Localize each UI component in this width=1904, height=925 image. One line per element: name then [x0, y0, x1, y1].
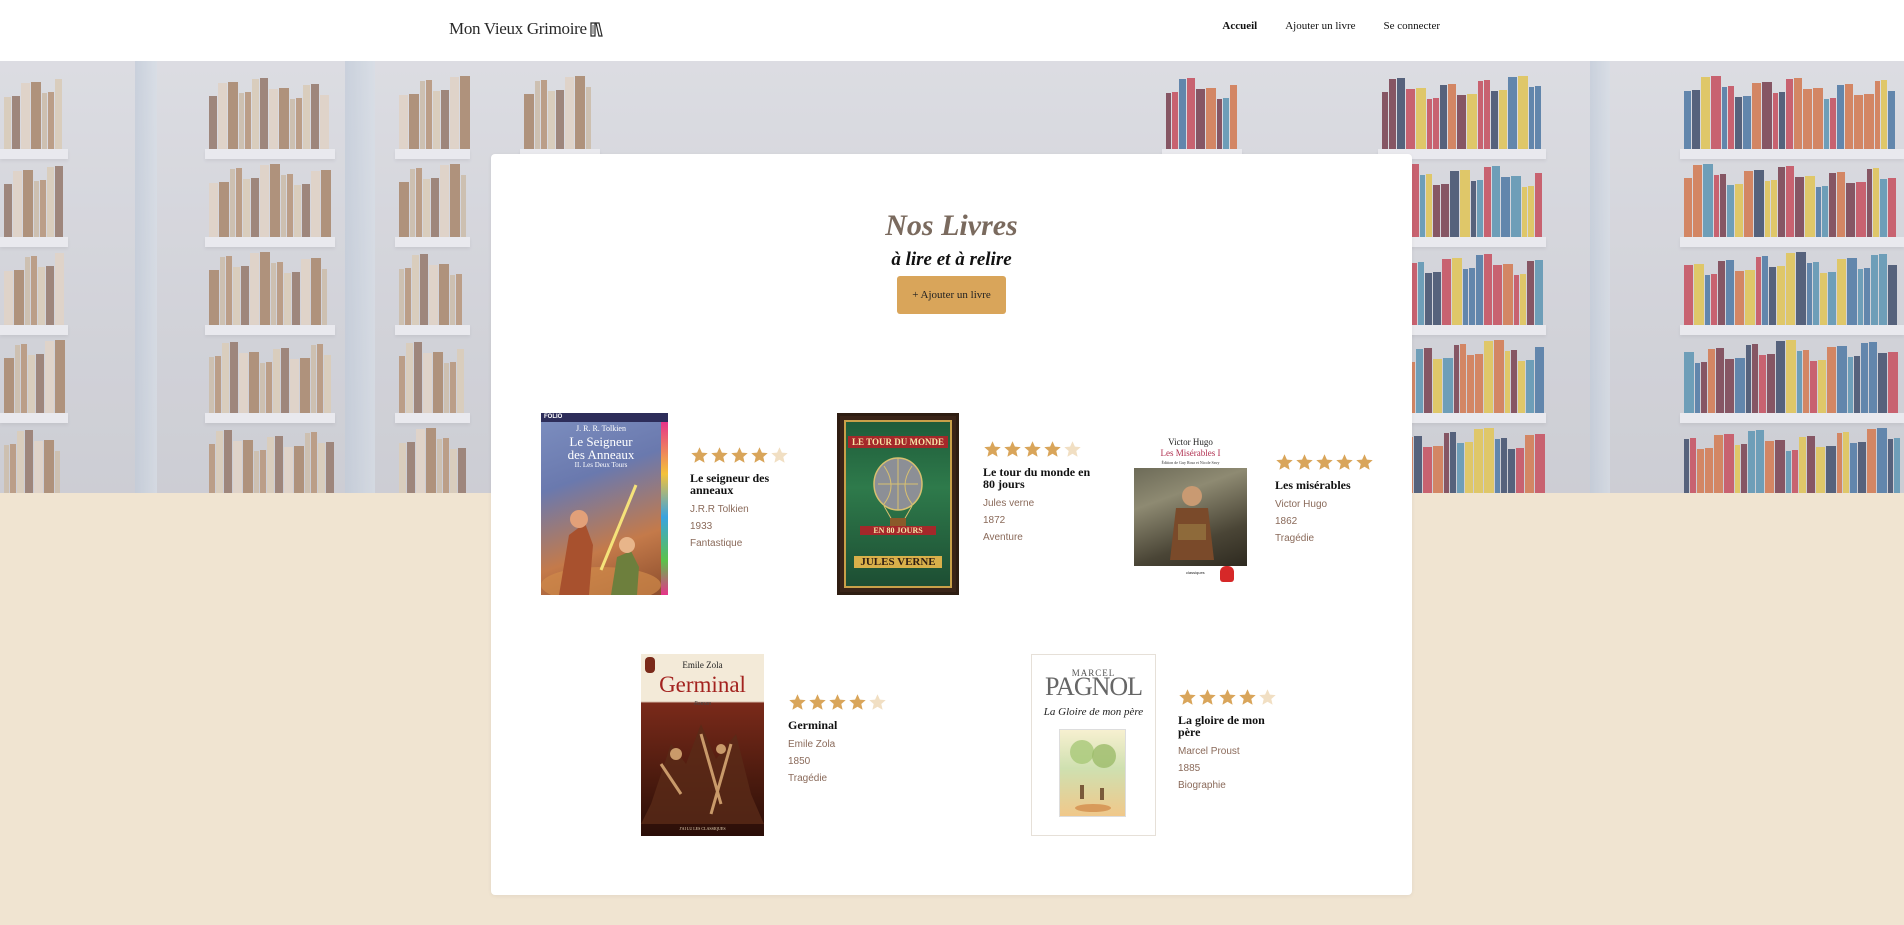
star-filled-icon: [731, 447, 748, 463]
cover-collection: J'AI LU LES CLASSIQUES: [679, 826, 726, 831]
star-filled-icon: [691, 447, 708, 463]
star-filled-icon: [1316, 454, 1333, 470]
book-title[interactable]: La gloire de mon père: [1178, 714, 1288, 738]
cover-publisher-label: FOLIO: [544, 414, 563, 420]
book-genre: Tragédie: [1275, 533, 1315, 544]
star-empty-icon: [1259, 689, 1276, 705]
books-card: Nos Livres à lire et à relire + Ajouter …: [491, 154, 1412, 895]
book-info-1: Le tour du monde en 80 jours Jules verne…: [983, 440, 1093, 546]
star-filled-icon: [1239, 689, 1256, 705]
site-logo[interactable]: Mon Vieux Grimoire: [449, 19, 603, 39]
star-filled-icon: [1044, 441, 1061, 457]
book-cover-1[interactable]: LE TOUR DU MONDE EN 80 JOURS JULES VERNE: [837, 413, 959, 595]
le-livre-de-poche-logo: [1220, 566, 1234, 582]
nav-link-se-connecter[interactable]: Se connecter: [1384, 20, 1441, 32]
cover-title-line1: LE TOUR DU MONDE: [848, 436, 948, 448]
book-author: Emile Zola: [788, 739, 836, 750]
book-cover-4[interactable]: MARCEL PAGNOL La Gloire de mon père: [1031, 654, 1156, 836]
star-filled-icon: [751, 447, 768, 463]
book-card-1[interactable]: LE TOUR DU MONDE EN 80 JOURS JULES VERNE…: [837, 413, 1097, 595]
book-title[interactable]: Le tour du monde en 80 jours: [983, 466, 1093, 490]
cover-illustration: [1059, 729, 1126, 817]
star-filled-icon: [829, 694, 846, 710]
cover-author: Emile Zola: [682, 660, 723, 670]
star-filled-icon: [1276, 454, 1293, 470]
cover-subtitle: II. Les Deux Tours: [574, 461, 628, 469]
balloon-illustration: [873, 457, 923, 528]
cover-author-last: PAGNOL: [1044, 672, 1143, 701]
book-info-2: Les misérables Victor Hugo 1862 Tragédie: [1275, 453, 1385, 547]
star-empty-icon: [1064, 441, 1081, 457]
cover-edition: Édition de Guy Rosa et Nicole Savy: [1161, 460, 1220, 465]
cover-title: La Gloire de mon père: [1043, 706, 1144, 718]
book-year: 1872: [983, 515, 1006, 526]
page-subtitle: à lire et à relire: [891, 249, 1012, 270]
book-cover-0[interactable]: FOLIO J. R. R. Tolkien Le Seigneur des A…: [541, 413, 668, 595]
rating-stars: [983, 440, 1093, 459]
book-title[interactable]: Les misérables: [1275, 479, 1385, 491]
book-year: 1862: [1275, 516, 1298, 527]
cover-author: J. R. R. Tolkien: [576, 424, 626, 433]
nav-link-ajouter-livre[interactable]: Ajouter un livre: [1285, 20, 1355, 32]
star-empty-icon: [771, 447, 788, 463]
cover-author: Victor Hugo: [1168, 437, 1213, 447]
star-filled-icon: [1356, 454, 1373, 470]
star-filled-icon: [1199, 689, 1216, 705]
star-filled-icon: [711, 447, 728, 463]
rating-stars: [1275, 453, 1385, 472]
cover-title: Les Misérables I: [1160, 448, 1221, 458]
book-genre: Aventure: [983, 532, 1023, 543]
star-filled-icon: [1219, 689, 1236, 705]
book-author: Victor Hugo: [1275, 499, 1328, 510]
book-genre: Fantastique: [690, 538, 743, 549]
top-navbar: Mon Vieux Grimoire Accueil Ajouter un li…: [0, 0, 1904, 61]
star-empty-icon: [869, 694, 886, 710]
book-card-3[interactable]: Emile Zola Germinal Roman J'AI LU LES CL…: [641, 654, 901, 837]
book-author: Jules verne: [983, 498, 1035, 509]
main-nav: Accueil Ajouter un livre Se connecter: [1222, 20, 1440, 32]
rating-stars: [788, 693, 898, 712]
cover-illustration: [641, 724, 764, 824]
book-author: J.R.R Tolkien: [690, 504, 749, 515]
star-filled-icon: [1024, 441, 1041, 457]
book-info-3: Germinal Emile Zola 1850 Tragédie: [788, 693, 898, 787]
book-genre: Tragédie: [788, 773, 828, 784]
book-card-0[interactable]: FOLIO J. R. R. Tolkien Le Seigneur des A…: [541, 413, 801, 595]
star-filled-icon: [1296, 454, 1313, 470]
cover-collection: classiques: [1186, 570, 1205, 575]
book-year: 1850: [788, 756, 811, 767]
star-filled-icon: [789, 694, 806, 710]
rating-stars: [690, 446, 800, 465]
cover-painting: [1134, 468, 1247, 566]
star-filled-icon: [984, 441, 1001, 457]
book-year: 1885: [1178, 763, 1201, 774]
star-filled-icon: [1004, 441, 1021, 457]
book-cover-2[interactable]: Victor Hugo Les Misérables I Édition de …: [1134, 437, 1247, 582]
book-cover-3[interactable]: Emile Zola Germinal Roman J'AI LU LES CL…: [641, 654, 764, 836]
book-genre: Biographie: [1178, 780, 1226, 791]
cover-author: JULES VERNE: [854, 556, 942, 568]
add-book-button[interactable]: + Ajouter un livre: [897, 276, 1006, 314]
book-year: 1933: [690, 521, 713, 532]
cover-title-line2: EN 80 JOURS: [860, 526, 936, 535]
cover-title: Germinal: [659, 672, 746, 697]
star-filled-icon: [1336, 454, 1353, 470]
book-logo-icon: [590, 21, 603, 37]
book-info-4: La gloire de mon père Marcel Proust 1885…: [1178, 688, 1288, 794]
star-filled-icon: [1179, 689, 1196, 705]
cover-illustration: [541, 484, 661, 595]
star-filled-icon: [809, 694, 826, 710]
logo-text: Mon Vieux Grimoire: [449, 19, 587, 38]
book-card-4[interactable]: MARCEL PAGNOL La Gloire de mon père La g…: [1031, 654, 1291, 837]
star-filled-icon: [849, 694, 866, 710]
page-title: Nos Livres: [885, 209, 1018, 242]
book-info-0: Le seigneur des anneaux J.R.R Tolkien 19…: [690, 446, 800, 552]
book-card-2[interactable]: Victor Hugo Les Misérables I Édition de …: [1134, 413, 1394, 595]
book-title[interactable]: Germinal: [788, 719, 898, 731]
nav-link-accueil[interactable]: Accueil: [1222, 20, 1257, 32]
book-author: Marcel Proust: [1178, 746, 1240, 757]
rating-stars: [1178, 688, 1288, 707]
book-title[interactable]: Le seigneur des anneaux: [690, 472, 800, 496]
